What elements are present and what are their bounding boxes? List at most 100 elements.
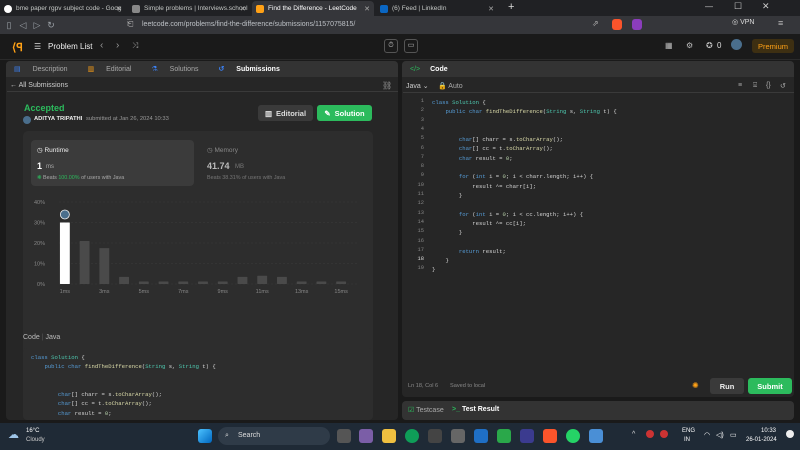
streak-count: 0 [717,41,722,50]
rewards-icon[interactable] [632,19,642,30]
notepad-icon[interactable] [589,429,603,443]
close-icon[interactable]: ✕ [488,5,494,13]
chart-bar [296,281,307,284]
format-icon[interactable]: ≡ [738,82,742,89]
testcase-tab[interactable]: ☑ Testcase [408,406,444,414]
close-window-button[interactable]: ✕ [762,1,770,12]
editorial-button[interactable]: ▥ Editorial [258,105,313,121]
url-field[interactable]: leetcode.com/problems/find-the-differenc… [142,18,642,32]
brave-shield-icon[interactable] [612,19,622,30]
chart-bar [237,276,248,284]
app-icon[interactable] [520,429,534,443]
layout-icon[interactable]: ▦ [665,41,673,50]
edge-icon[interactable] [405,429,419,443]
auto-toggle[interactable]: 🔒 Auto [438,82,463,90]
runtime-card[interactable]: ◷ Runtime 1 ms ❋ Beats 100.00% of users … [31,140,194,186]
bookmark-icon[interactable]: ⍌ [753,82,757,90]
chevron-up-icon[interactable]: ^ [632,431,635,438]
tray-icon[interactable] [646,430,654,438]
all-submissions-link[interactable]: ← All Submissions [10,82,68,89]
tab-editorial[interactable]: ▥ Editorial [88,65,142,73]
app-icon[interactable] [497,429,511,443]
notification-icon[interactable] [786,430,794,438]
volume-icon[interactable]: ◁) [716,431,724,439]
editor-code[interactable]: class Solution { public char findTheDiff… [432,98,617,275]
language-select[interactable]: Java ⌄ [406,82,429,90]
tray-icon[interactable] [660,430,668,438]
tab-submissions[interactable]: ↺ Submissions [218,65,289,73]
search-box[interactable]: ⌕ Search [218,427,330,445]
tab-label: Submissions [236,66,280,73]
vscode-icon[interactable] [474,429,488,443]
browser-tab[interactable]: bme paper rgpv subject code - Goog ✕ [0,1,126,16]
y-tick-label: 30% [34,221,45,227]
share-icon[interactable]: ⇗ [592,19,599,28]
whatsapp-icon[interactable] [566,429,580,443]
lang-label: Java [45,334,61,341]
left-tabs: ▤ Description ▥ Editorial ⚗ Solutions ↺ … [6,61,398,77]
store-icon[interactable] [428,429,442,443]
lang-indicator[interactable]: ENG [682,428,695,434]
settings-app-icon[interactable] [451,429,465,443]
browser-tab[interactable]: (6) Feed | LinkedIn ✕ [376,1,498,16]
maximize-button[interactable]: ☐ [734,1,742,12]
teams-icon[interactable] [359,429,373,443]
reset-icon[interactable]: ↺ [780,82,786,90]
next-problem-icon[interactable]: › [116,40,119,51]
browser-tab-active[interactable]: Find the Difference - LeetCode ✕ [252,1,374,16]
close-icon[interactable]: ✕ [364,5,370,13]
problem-list-link[interactable]: Problem List [48,42,92,51]
runtime-unit: ms [46,164,54,170]
username[interactable]: ADITYA TRIPATHI [34,116,82,122]
memory-label: ◷ Memory [207,146,238,154]
forward-icon[interactable]: ▷ [30,20,44,31]
browser-tab[interactable]: Simple problems | Interviews.school ✕ [128,1,250,16]
pane-splitter[interactable] [399,61,401,420]
prev-problem-icon[interactable]: ‹ [100,40,103,51]
streak-icon[interactable]: ✪ [706,41,713,50]
weather-temp[interactable]: 16°C [26,428,39,434]
beats-prefix: Beats [43,175,57,181]
bookmark-icon[interactable]: ⎗ [127,19,133,29]
note-icon[interactable]: ▭ [404,39,418,53]
menu-icon[interactable]: ≡ [778,18,783,28]
x-tick-label: 1ms [60,289,71,295]
cloud-icon: ☁ [8,429,19,441]
page-icon [132,4,140,13]
x-tick-label: 15ms [334,289,348,295]
shuffle-icon[interactable]: ⤨ [132,41,138,51]
tab-title: bme paper rgpv subject code - Goog [16,5,122,12]
clock-time[interactable]: 10:33 [761,428,776,434]
avatar[interactable] [731,39,742,50]
run-button[interactable]: Run [710,378,744,394]
reload-icon[interactable]: ↻ [44,20,58,31]
tab-solutions[interactable]: ⚗ Solutions [151,65,208,73]
memory-card[interactable]: ◷ Memory 41.74 MB Beats 38.31% of users … [201,140,364,186]
timer-icon[interactable]: ⏱ [384,39,398,53]
back-icon[interactable]: ◁ [16,20,30,31]
file-explorer-icon[interactable] [382,429,396,443]
braces-icon[interactable]: {} [766,82,771,89]
premium-button[interactable]: Premium [752,39,794,53]
leetcode-logo-icon[interactable]: ⟨ꟼ [12,41,23,54]
settings-icon[interactable]: ⚙ [686,41,693,50]
brave-icon[interactable] [543,429,557,443]
new-tab-button[interactable]: + [508,1,514,13]
solution-button[interactable]: ✎ Solution [317,105,372,121]
wifi-icon[interactable]: ◠ [704,431,710,439]
close-icon[interactable]: ✕ [240,5,246,13]
debug-icon[interactable]: ✺ [692,381,699,390]
test-result-tab[interactable]: >_ Test Result [452,406,499,413]
start-icon[interactable] [198,429,212,443]
battery-icon[interactable]: ▭ [730,431,737,439]
vpn-button[interactable]: ◎ VPN [732,18,754,26]
chart-bar [158,281,169,284]
tab-title: Find the Difference - LeetCode [268,5,357,12]
close-icon[interactable]: ✕ [116,5,122,13]
task-view-icon[interactable] [337,429,351,443]
link-icon[interactable]: ⛓ [382,81,392,90]
submit-button[interactable]: Submit [748,378,792,394]
minimize-button[interactable]: — [705,2,713,11]
sidebar-icon[interactable]: ▯ [2,20,16,31]
tab-description[interactable]: ▤ Description [14,65,78,73]
